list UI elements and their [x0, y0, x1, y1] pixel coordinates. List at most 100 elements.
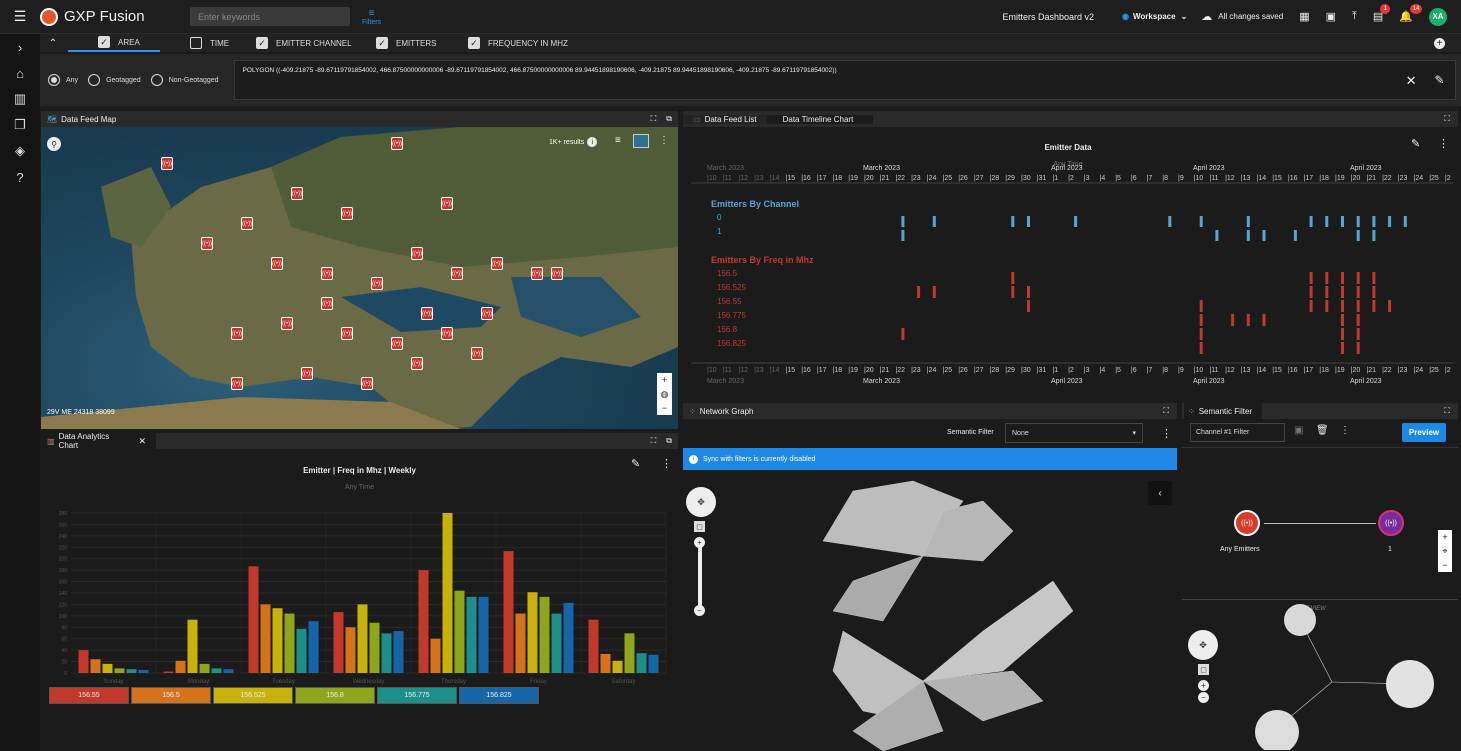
basemap-thumbnail[interactable] — [633, 134, 649, 148]
fullscreen-icon[interactable]: ⛶ — [651, 436, 657, 446]
emitter-marker[interactable]: ((•)) — [371, 277, 383, 290]
dashboard-icon[interactable]: ▥ — [0, 86, 40, 112]
add-filter-icon[interactable]: + — [1434, 37, 1445, 49]
emitter-marker[interactable]: ((•)) — [281, 317, 293, 330]
tab-semantic-filter[interactable]: ⁘ Semantic Filter — [1184, 403, 1263, 419]
emitter-marker[interactable]: ((•)) — [551, 267, 563, 280]
legend-item[interactable]: 156.55 — [49, 687, 129, 704]
info-icon[interactable]: i — [587, 137, 598, 147]
emitter-marker[interactable]: ((•)) — [471, 347, 483, 360]
upload-icon[interactable]: ⤒ — [1352, 10, 1357, 23]
tasks-icon[interactable]: ▤ 1 — [1373, 4, 1391, 23]
fit-icon[interactable]: ⌖ — [1438, 544, 1452, 558]
layers-icon[interactable]: ◈ — [0, 138, 40, 164]
map-canvas[interactable]: ((•)) ((•)) ((•)) ((•)) ((•)) ((•)) ((•)… — [41, 127, 678, 429]
radio-non-geotagged[interactable]: Non-Geotagged — [150, 74, 219, 86]
collapse-chevron-icon[interactable]: ⌃ — [40, 38, 66, 49]
legend-item[interactable]: 156.775 — [377, 687, 457, 704]
emitter-marker[interactable]: ((•)) — [301, 367, 313, 380]
emitter-marker[interactable]: ((•)) — [161, 157, 173, 170]
fullscreen-icon[interactable]: ⛶ — [1163, 406, 1169, 416]
tab-data-feed-list[interactable]: ▭ Data Feed List — [683, 114, 767, 124]
emitter-marker[interactable]: ((•)) — [321, 267, 333, 280]
fullscreen-icon[interactable]: ⛶ — [651, 114, 657, 124]
more-options-icon[interactable]: ⋮ — [1161, 427, 1172, 440]
home-icon[interactable]: ⌂ — [0, 60, 40, 86]
copy-icon[interactable]: ❐ — [0, 112, 40, 138]
emitter-marker[interactable]: ((•)) — [241, 217, 253, 230]
delete-icon[interactable]: 🗑 — [1316, 425, 1329, 436]
legend-item[interactable]: 156.5 — [131, 687, 211, 704]
emitter-marker[interactable]: ((•)) — [201, 237, 213, 250]
any-emitters-node[interactable]: ((•)) — [1234, 510, 1260, 536]
emitter-marker[interactable]: ((•)) — [411, 247, 423, 260]
emitter-marker[interactable]: ((•)) — [231, 377, 243, 390]
popout-icon[interactable]: ⧉ — [666, 436, 672, 446]
emitter-marker[interactable]: ((•)) — [421, 307, 433, 320]
clear-icon[interactable]: ✕ — [1406, 73, 1417, 89]
filters-button[interactable]: ≡ Filters — [362, 8, 381, 26]
preview-button[interactable]: Preview — [1402, 423, 1446, 442]
map-tool-icon[interactable]: ⚲ — [47, 137, 61, 151]
tab-data-analytics-chart[interactable]: ▥ Data Analytics Chart ✕ — [41, 432, 156, 450]
semantic-filter-select[interactable]: None ▾ — [1005, 423, 1143, 443]
map-filter-icon[interactable]: ≡ — [615, 135, 621, 146]
channel-node[interactable]: ((•)) — [1378, 510, 1404, 536]
save-icon[interactable]: ▣ — [1294, 425, 1303, 436]
emitter-marker[interactable]: ((•)) — [481, 307, 493, 320]
radio-any[interactable]: Any — [48, 74, 78, 86]
emitter-marker[interactable]: ((•)) — [531, 267, 543, 280]
filter-tab-area[interactable]: ✓ AREA — [68, 34, 160, 52]
emitter-marker[interactable]: ((•)) — [341, 207, 353, 220]
more-options-icon[interactable]: ⋮ — [1340, 425, 1350, 436]
bar-chart[interactable]: 0 20 40 60 80 100 120 140 160 180 200 220 240 260 280 S… — [41, 503, 678, 703]
legend-item[interactable]: 156.525 — [213, 687, 293, 704]
popout-icon[interactable]: ⧉ — [666, 114, 672, 124]
search-input[interactable]: Enter keywords — [190, 7, 350, 26]
legend-item[interactable]: 156.8 — [295, 687, 375, 704]
image-icon[interactable]: ▣ — [1326, 10, 1336, 23]
filter-tab-time[interactable]: TIME — [190, 37, 256, 49]
emitter-marker[interactable]: ((•)) — [361, 377, 373, 390]
emitter-marker[interactable]: ((•)) — [231, 327, 243, 340]
zoom-in-icon[interactable]: + — [657, 373, 672, 387]
emitter-marker[interactable]: ((•)) — [391, 337, 403, 350]
grid-icon[interactable]: ▦ — [1299, 10, 1309, 23]
zoom-out-icon[interactable]: − — [1438, 558, 1452, 572]
more-options-icon[interactable]: ⋮ — [661, 457, 672, 470]
filter-name-input[interactable]: Channel #1 Filter — [1190, 423, 1285, 442]
hamburger-menu-icon[interactable]: ☰ — [0, 8, 40, 25]
filter-tab-emitters[interactable]: ✓ EMITTERS — [376, 37, 468, 49]
bell-icon[interactable]: 🔔 14 — [1399, 4, 1422, 23]
emitter-marker[interactable]: ((•)) — [271, 257, 283, 270]
network-graph-canvas[interactable] — [683, 471, 1177, 751]
emitter-marker[interactable]: ((•)) — [291, 187, 303, 200]
emitter-marker[interactable]: ((•)) — [441, 327, 453, 340]
emitter-marker[interactable]: ((•)) — [491, 257, 503, 270]
radio-geotagged[interactable]: Geotagged — [88, 74, 141, 86]
legend-item[interactable]: 156.825 — [459, 687, 539, 704]
zoom-out-icon[interactable]: − — [657, 401, 672, 415]
globe-icon[interactable]: ◍ — [657, 387, 672, 401]
preview-graph[interactable] — [1182, 600, 1458, 750]
emitter-marker[interactable]: ((•)) — [391, 137, 403, 150]
emitter-marker[interactable]: ((•)) — [411, 357, 423, 370]
edit-polygon-icon[interactable]: ✎ — [1434, 73, 1444, 87]
help-icon[interactable]: ? — [0, 164, 40, 190]
emitter-marker[interactable]: ((•)) — [341, 327, 353, 340]
polygon-input[interactable]: POLYGON ((-409.21875 -89.67119791854002,… — [233, 60, 1456, 100]
filter-tab-emitter-channel[interactable]: ✓ EMITTER CHANNEL — [256, 37, 376, 49]
emitter-marker[interactable]: ((•)) — [321, 297, 333, 310]
more-options-icon[interactable]: ⋮ — [659, 135, 669, 146]
emitter-marker[interactable]: ((•)) — [451, 267, 463, 280]
fullscreen-icon[interactable]: ⛶ — [1444, 114, 1450, 124]
avatar[interactable]: XA — [1429, 7, 1447, 26]
close-tab-icon[interactable]: ✕ — [138, 436, 146, 447]
expand-chevron-icon[interactable]: › — [0, 34, 40, 60]
tab-data-timeline-chart[interactable]: Data Timeline Chart — [766, 114, 874, 124]
fullscreen-icon[interactable]: ⛶ — [1444, 406, 1450, 416]
filter-tab-frequency[interactable]: ✓ FREQUENCY IN MHZ — [468, 37, 588, 49]
emitter-marker[interactable]: ((•)) — [441, 197, 453, 210]
workspace-dropdown[interactable]: ◉ Workspace ⌄ — [1122, 12, 1187, 21]
edit-icon[interactable]: ✎ — [631, 457, 640, 470]
